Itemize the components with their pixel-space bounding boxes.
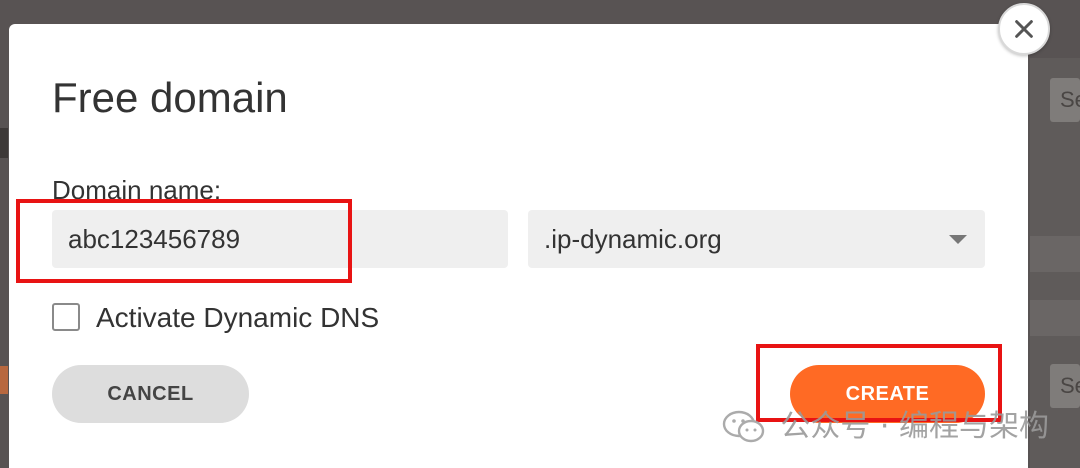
dialog-title: Free domain (52, 74, 288, 121)
domain-suffix-select[interactable]: .ip-dynamic.org (528, 210, 985, 268)
background-row-divider (1030, 300, 1080, 336)
cancel-button[interactable]: CANCEL (52, 365, 249, 423)
wechat-icon (722, 410, 765, 443)
domain-name-input[interactable] (52, 210, 508, 268)
close-button[interactable] (998, 3, 1050, 55)
close-icon (1015, 20, 1033, 38)
domain-suffix-value: .ip-dynamic.org (544, 224, 722, 254)
background-page-edge (0, 128, 8, 158)
background-field-text: Se (1060, 87, 1080, 112)
background-accent-mark (0, 366, 8, 394)
free-domain-dialog: Free domain Domain name: .ip-dynamic.org… (9, 24, 1028, 468)
background-field-text: Se (1060, 373, 1080, 398)
background-search-field-top: Se (1050, 78, 1080, 122)
watermark-text: 公众号 · 编程与架构 (780, 409, 1049, 445)
background-search-field-bottom: Se (1050, 364, 1080, 408)
chevron-down-icon (949, 235, 967, 244)
domain-name-label: Domain name: (52, 175, 222, 205)
activate-dynamic-dns-checkbox[interactable] (52, 303, 80, 331)
watermark: 公众号 · 编程与架构 (722, 404, 1049, 448)
background-row-divider (1030, 236, 1080, 272)
activate-dynamic-dns-label[interactable]: Activate Dynamic DNS (96, 301, 379, 335)
